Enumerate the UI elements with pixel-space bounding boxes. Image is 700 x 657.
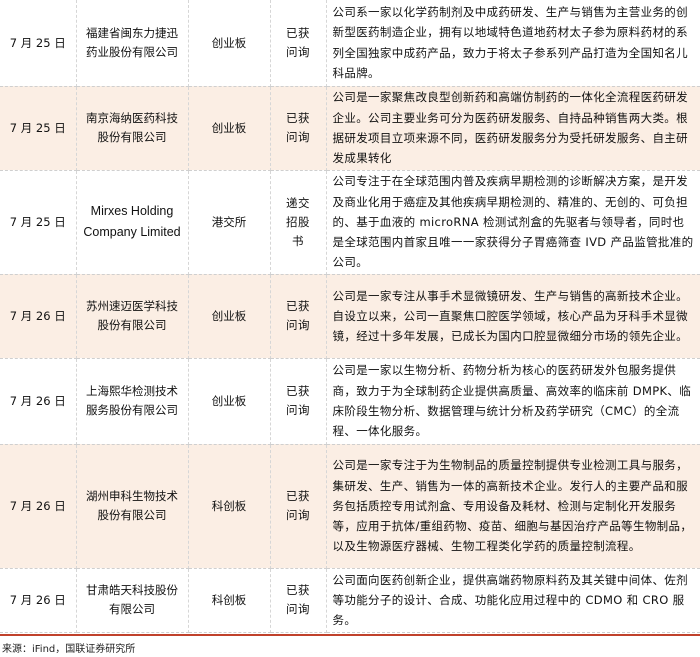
status-cell: 已获问询 xyxy=(270,274,327,359)
date-cell: 7 月 26 日 xyxy=(0,444,77,569)
ipo-table-page: 7 月 25 日 福建省闽东力捷迅药业股份有限公司 创业板 已获问询 公司系一家… xyxy=(0,0,700,657)
source-note: 来源：iFind，国联证券研究所 xyxy=(2,644,136,655)
board-cell: 创业板 xyxy=(188,274,271,359)
company-cell: 上海熙华检测技术服务股份有限公司 xyxy=(76,358,189,445)
ipo-table: 7 月 25 日 福建省闽东力捷迅药业股份有限公司 创业板 已获问询 公司系一家… xyxy=(0,0,700,633)
table-bottom-rule xyxy=(0,634,700,636)
table-row: 7 月 26 日 上海熙华检测技术服务股份有限公司 创业板 已获问询 公司是一家… xyxy=(0,358,700,445)
status-text: 已获问询 xyxy=(286,384,310,417)
date-cell: 7 月 25 日 xyxy=(0,170,77,275)
status-cell: 递交招股书 xyxy=(270,170,327,275)
description-cell: 公司是一家以生物分析、药物分析为核心的医药研发外包服务提供商，致力于为全球制药企… xyxy=(326,358,700,445)
description-cell: 公司专注于在全球范围内普及疾病早期检测的诊断解决方案，是开发及商业化用于癌症及其… xyxy=(326,170,700,275)
company-cell: 湖州申科生物技术股份有限公司 xyxy=(76,444,189,569)
date-cell: 7 月 26 日 xyxy=(0,358,77,445)
date-cell: 7 月 25 日 xyxy=(0,0,77,87)
status-cell: 已获问询 xyxy=(270,86,327,171)
description-cell: 公司面向医药创新企业，提供高端药物原料药及其关键中间体、佐剂等功能分子的设计、合… xyxy=(326,568,700,633)
board-cell: 港交所 xyxy=(188,170,271,275)
company-name: 福建省闽东力捷迅药业股份有限公司 xyxy=(86,25,178,59)
company-cell: 苏州速迈医学科技股份有限公司 xyxy=(76,274,189,359)
company-name: 南京海纳医药科技股份有限公司 xyxy=(86,111,178,144)
status-text: 已获问询 xyxy=(286,489,310,522)
status-cell: 已获问询 xyxy=(270,568,327,633)
status-cell: 已获问询 xyxy=(270,358,327,445)
description-cell: 公司是一家专注于为生物制品的质量控制提供专业检测工具与服务，集研发、生产、销售为… xyxy=(326,444,700,569)
table-row: 7 月 25 日 南京海纳医药科技股份有限公司 创业板 已获问询 公司是一家聚焦… xyxy=(0,86,700,171)
date-cell: 7 月 26 日 xyxy=(0,568,77,633)
description-cell: 公司是一家专注从事手术显微镜研发、生产与销售的高新技术企业。自设立以来，公司一直… xyxy=(326,274,700,359)
board-cell: 创业板 xyxy=(188,358,271,445)
status-text: 已获问询 xyxy=(286,25,310,59)
board-cell: 创业板 xyxy=(188,0,271,87)
company-name: 甘肃皓天科技股份有限公司 xyxy=(86,583,178,616)
table-row: 7 月 26 日 苏州速迈医学科技股份有限公司 创业板 已获问询 公司是一家专注… xyxy=(0,274,700,359)
company-cell: 甘肃皓天科技股份有限公司 xyxy=(76,568,189,633)
company-name: 上海熙华检测技术服务股份有限公司 xyxy=(86,384,178,417)
status-cell: 已获问询 xyxy=(270,444,327,569)
company-cell: Mirxes Holding Company Limited xyxy=(76,170,189,275)
description-cell: 公司是一家聚焦改良型创新药和高端仿制药的一体化全流程医药研发企业。公司主要业务可… xyxy=(326,86,700,171)
status-text: 已获问询 xyxy=(286,111,310,144)
date-cell: 7 月 26 日 xyxy=(0,274,77,359)
company-name: Mirxes Holding Company Limited xyxy=(83,204,181,239)
table-row: 7 月 25 日 Mirxes Holding Company Limited … xyxy=(0,170,700,275)
table-row: 7 月 25 日 福建省闽东力捷迅药业股份有限公司 创业板 已获问询 公司系一家… xyxy=(0,0,700,87)
company-name: 湖州申科生物技术股份有限公司 xyxy=(86,489,178,522)
board-cell: 创业板 xyxy=(188,86,271,171)
company-cell: 福建省闽东力捷迅药业股份有限公司 xyxy=(76,0,189,87)
status-text: 递交招股书 xyxy=(286,195,310,248)
status-cell: 已获问询 xyxy=(270,0,327,87)
board-cell: 科创板 xyxy=(188,568,271,633)
table-row: 7 月 26 日 甘肃皓天科技股份有限公司 科创板 已获问询 公司面向医药创新企… xyxy=(0,568,700,633)
board-cell: 科创板 xyxy=(188,444,271,569)
company-name: 苏州速迈医学科技股份有限公司 xyxy=(86,299,178,332)
status-text: 已获问询 xyxy=(286,299,310,332)
company-cell: 南京海纳医药科技股份有限公司 xyxy=(76,86,189,171)
description-cell: 公司系一家以化学药制剂及中成药研发、生产与销售为主营业务的创新型医药制造企业，拥… xyxy=(326,0,700,87)
status-text: 已获问询 xyxy=(286,583,310,616)
table-row: 7 月 26 日 湖州申科生物技术股份有限公司 科创板 已获问询 公司是一家专注… xyxy=(0,444,700,569)
date-cell: 7 月 25 日 xyxy=(0,86,77,171)
